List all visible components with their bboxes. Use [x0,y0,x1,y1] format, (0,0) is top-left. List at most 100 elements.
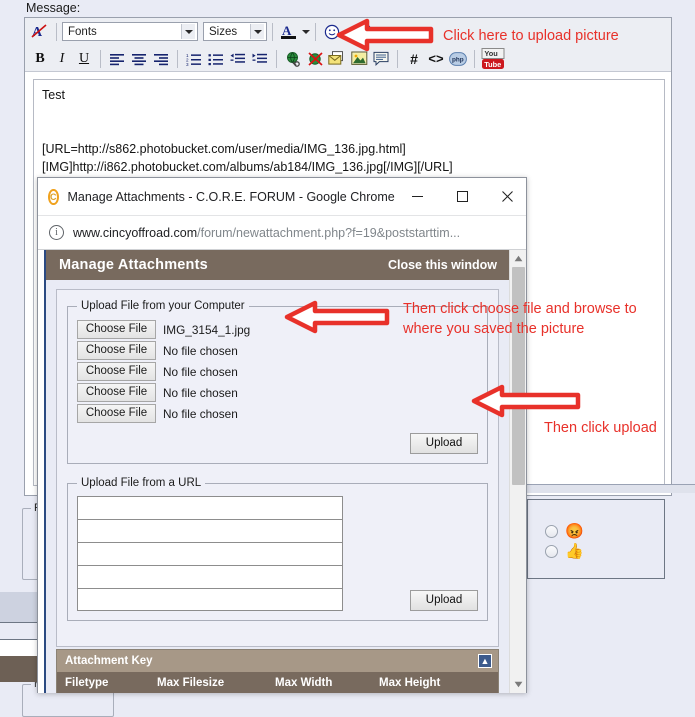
column-max-filesize: Max Filesize [149,672,267,693]
file-row: Choose File No file chosen [77,361,478,382]
svg-text:Tube: Tube [484,59,501,68]
annotation-arrow-top [335,18,435,52]
file-row: Choose File No file chosen [77,340,478,361]
upload-from-url-legend: Upload File from a URL [81,477,202,489]
upload-panel: Upload File from your Computer Choose Fi… [56,289,499,647]
toolbar-divider [315,22,316,41]
attachment-key-title: Attachment Key [65,655,153,667]
window-title: Manage Attachments - C.O.R.E. FORUM - Go… [67,189,395,204]
dialog-body: Upload File from your Computer Choose Fi… [46,280,509,693]
svg-text:3: 3 [186,62,189,66]
font-family-value: Fonts [68,25,97,38]
file-name-4: No file chosen [163,385,238,400]
choose-file-button-3[interactable]: Choose File [77,362,156,381]
chevron-down-icon[interactable] [250,24,264,39]
url-input-group [77,496,343,611]
file-row: Choose File No file chosen [77,403,478,424]
window-controls [395,178,530,216]
font-color-icon[interactable]: A [278,21,300,42]
unordered-list-icon[interactable] [205,48,227,69]
svg-text:You: You [484,49,498,58]
outdent-icon[interactable] [227,48,249,69]
toolbar-divider [474,49,475,68]
url-fieldset-body: Upload [77,496,478,611]
rating-radio-1[interactable] [545,525,558,538]
address-bar[interactable]: i www.cincyoffroad.com/forum/newattachme… [38,216,526,250]
minimize-icon[interactable] [395,178,440,216]
annotation-text-middle-line2: where you saved the picture [403,321,585,337]
upload-from-computer-legend: Upload File from your Computer [81,300,245,312]
rating-box: 😡 👍 [527,499,665,579]
angry-face-emoji: 😡 [565,523,584,540]
file-name-3: No file chosen [163,364,238,379]
url-input-5[interactable] [77,588,343,611]
maximize-icon[interactable] [440,178,485,216]
font-size-value: Sizes [209,25,238,38]
underline-button[interactable]: U [73,48,95,69]
column-max-height: Max Height [371,672,498,693]
toolbar-divider [56,22,57,41]
file-name-1: IMG_3154_1.jpg [163,322,251,337]
svg-text:A: A [282,23,292,38]
remove-link-icon[interactable] [304,48,326,69]
annotation-text-bottom: Then click upload [544,420,657,436]
align-left-icon[interactable] [106,48,128,69]
rating-option-1[interactable]: 😡 [545,524,584,539]
rating-option-2[interactable]: 👍 [545,544,584,559]
file-name-5: No file chosen [163,406,238,421]
column-filetype: Filetype [57,672,149,693]
toolbar-divider [100,49,101,68]
close-window-link[interactable]: Close this window [388,258,497,272]
url-input-3[interactable] [77,542,343,565]
font-family-select[interactable]: Fonts [62,22,198,41]
font-size-select[interactable]: Sizes [203,22,267,41]
choose-file-button-5[interactable]: Choose File [77,404,156,423]
url-input-1[interactable] [77,496,343,519]
url-input-4[interactable] [77,565,343,588]
upload-url-button[interactable]: Upload [410,590,478,611]
manage-attachments-window: C Manage Attachments - C.O.R.E. FORUM - … [37,177,527,693]
italic-button[interactable]: I [51,48,73,69]
choose-file-button-4[interactable]: Choose File [77,383,156,402]
remove-formatting-icon[interactable]: A [29,21,51,42]
upload-file-button[interactable]: Upload [410,433,478,454]
annotation-text-middle-line1: Then click choose file and browse to [403,301,637,317]
toolbar-divider [272,22,273,41]
indent-icon[interactable] [249,48,271,69]
site-info-icon[interactable]: i [49,225,64,240]
insert-youtube-icon[interactable]: You Tube [480,47,506,69]
align-right-icon[interactable] [150,48,172,69]
file-name-2: No file chosen [163,343,238,358]
ordered-list-icon[interactable]: 1 2 3 [183,48,205,69]
chevron-down-icon[interactable] [302,29,310,34]
choose-file-button-1[interactable]: Choose File [77,320,156,339]
message-label: Message: [26,1,81,15]
url-path: /forum/newattachment.php?f=19&poststartt… [197,225,461,240]
close-icon[interactable] [485,178,530,216]
collapse-icon[interactable]: ▲ [478,654,492,668]
annotation-text-middle: Then click choose file and browse to whe… [403,299,693,339]
url-input-2[interactable] [77,519,343,542]
insert-link-icon[interactable] [282,48,304,69]
align-center-icon[interactable] [128,48,150,69]
file-row: Choose File No file chosen [77,382,478,403]
url-domain: www.cincyoffroad.com [73,225,198,240]
thumbs-up-emoji: 👍 [565,543,584,560]
svg-text:php: php [452,56,464,63]
toolbar-divider [177,49,178,68]
column-max-width: Max Width [267,672,371,693]
window-title-bar[interactable]: C Manage Attachments - C.O.R.E. FORUM - … [38,178,526,216]
upload-from-url-fieldset: Upload File from a URL Upload [67,477,488,621]
attachment-key-grid: Filetype Max Filesize Max Width Max Heig… [57,672,498,693]
page-strip-right-1 [527,484,695,493]
chevron-down-icon[interactable] [181,24,195,39]
table-header-row: Filetype Max Filesize Max Width Max Heig… [57,672,498,693]
toolbar-divider [397,49,398,68]
toolbar-divider [276,49,277,68]
insert-php-icon[interactable]: php [447,48,469,69]
choose-file-button-2[interactable]: Choose File [77,341,156,360]
scroll-down-icon[interactable] [510,676,526,693]
scroll-up-icon[interactable] [510,250,526,267]
rating-radio-2[interactable] [545,545,558,558]
bold-button[interactable]: B [29,48,51,69]
